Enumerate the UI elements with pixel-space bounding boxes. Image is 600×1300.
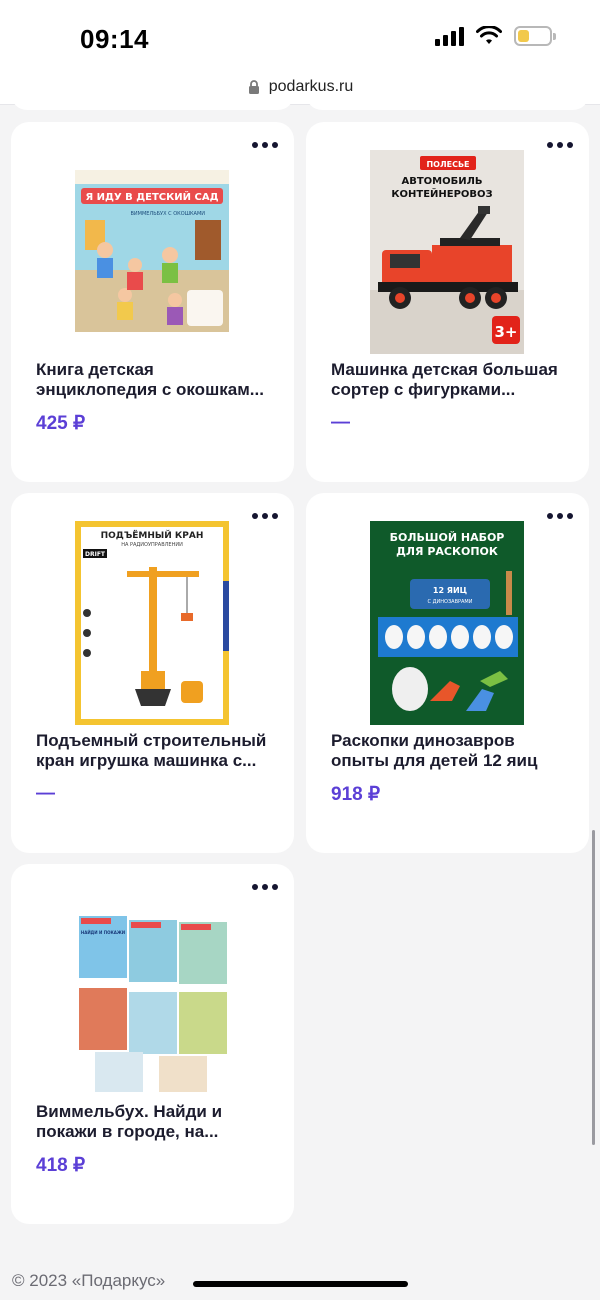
product-price: — [36, 783, 55, 804]
product-card[interactable]: ПОЛЕСЬЕ АВТОМОБИЛЬ КОНТЕЙНЕРОВОЗ 3+ Маши… [306, 122, 589, 482]
truck-box-line1: АВТОМОБИЛЬ [401, 176, 482, 187]
crane-box-line1: ПОДЪЁМНЫЙ КРАН [101, 529, 204, 541]
dino-box-line2: ДЛЯ РАСКОПОК [396, 545, 498, 558]
product-image[interactable]: Я ИДУ В ДЕТСКИЙ САД ВИММЕЛЬБУХ С ОКОШКАМ… [75, 150, 229, 354]
crane-drift-badge: DRIFT [85, 551, 106, 558]
product-card[interactable]: БОЛЬШОЙ НАБОР ДЛЯ РАСКОПОК 12 ЯИЦ С ДИНО… [306, 493, 589, 853]
toy-truck-container-image: ПОЛЕСЬЕ АВТОМОБИЛЬ КОНТЕЙНЕРОВОЗ 3+ [370, 150, 524, 354]
product-card[interactable]: НАЙДИ И ПОКАЖИ Виммельбух. Найди и покаж… [11, 864, 294, 1224]
book-cover-subtitle: ВИММЕЛЬБУХ С ОКОШКАМИ [130, 211, 205, 217]
status-bar: 09:14 [0, 0, 600, 70]
wimmel-cover-label: НАЙДИ И ПОКАЖИ [81, 930, 125, 935]
product-image[interactable]: ПОДЪЁМНЫЙ КРАН НА РАДИОУПРАВЛЕНИИ DRIFT [75, 521, 229, 725]
dino-excavation-kit-image: БОЛЬШОЙ НАБОР ДЛЯ РАСКОПОК 12 ЯИЦ С ДИНО… [370, 521, 524, 725]
product-image[interactable]: БОЛЬШОЙ НАБОР ДЛЯ РАСКОПОК 12 ЯИЦ С ДИНО… [370, 521, 524, 725]
status-icons [435, 26, 556, 46]
more-options-icon[interactable] [547, 140, 575, 150]
book-cover-title: Я ИДУ В ДЕТСКИЙ САД [85, 190, 218, 203]
truck-brand-label: ПОЛЕСЬЕ [426, 160, 469, 169]
more-options-icon[interactable] [252, 882, 280, 892]
crane-box-line2: НА РАДИОУПРАВЛЕНИИ [121, 542, 183, 548]
product-title[interactable]: Машинка детская большая сортер с фигурка… [331, 360, 571, 400]
truck-box-line2: КОНТЕЙНЕРОВОЗ [391, 187, 492, 200]
dino-eggs-count: 12 ЯИЦ [433, 586, 467, 595]
home-indicator[interactable] [193, 1281, 408, 1287]
product-image[interactable]: ПОЛЕСЬЕ АВТОМОБИЛЬ КОНТЕЙНЕРОВОЗ 3+ [370, 150, 524, 354]
product-price: 418 ₽ [36, 1155, 86, 1176]
footer-copyright: © 2023 «Подаркус» [12, 1271, 166, 1290]
previous-card-bottom-right [306, 94, 589, 110]
toy-crane-box-image: ПОДЪЁМНЫЙ КРАН НА РАДИОУПРАВЛЕНИИ DRIFT [75, 521, 229, 725]
previous-card-bottom-left [11, 94, 294, 110]
scrollbar[interactable] [592, 830, 595, 1145]
wimmelbook-set-image: НАЙДИ И ПОКАЖИ [75, 892, 229, 1096]
product-card[interactable]: ПОДЪЁМНЫЙ КРАН НА РАДИОУПРАВЛЕНИИ DRIFT … [11, 493, 294, 853]
more-options-icon[interactable] [252, 140, 280, 150]
product-price: 918 ₽ [331, 784, 381, 805]
more-options-icon[interactable] [252, 511, 280, 521]
book-kindergarten-cover-image: Я ИДУ В ДЕТСКИЙ САД ВИММЕЛЬБУХ С ОКОШКАМ… [75, 170, 229, 332]
product-card[interactable]: Я ИДУ В ДЕТСКИЙ САД ВИММЕЛЬБУХ С ОКОШКАМ… [11, 122, 294, 482]
truck-age-badge: 3+ [494, 323, 517, 341]
wifi-icon [476, 26, 502, 44]
status-time: 09:14 [80, 24, 149, 54]
product-image[interactable]: НАЙДИ И ПОКАЖИ [75, 892, 229, 1096]
product-price: 425 ₽ [36, 413, 86, 434]
battery-icon [514, 26, 556, 46]
cellular-signal-icon [435, 26, 464, 46]
product-price: — [331, 412, 350, 433]
dino-eggs-sub: С ДИНОЗАВРАМИ [428, 599, 473, 605]
lock-icon [248, 80, 259, 94]
product-title[interactable]: Подъемный строительный кран игрушка маши… [36, 731, 276, 771]
product-title[interactable]: Раскопки динозавров опыты для детей 12 я… [331, 731, 571, 771]
more-options-icon[interactable] [547, 511, 575, 521]
product-title[interactable]: Виммельбух. Найди и покажи в городе, на.… [36, 1102, 276, 1142]
product-title[interactable]: Книга детская энциклопедия с окошкам... [36, 360, 276, 400]
dino-box-line1: БОЛЬШОЙ НАБОР [390, 531, 505, 544]
